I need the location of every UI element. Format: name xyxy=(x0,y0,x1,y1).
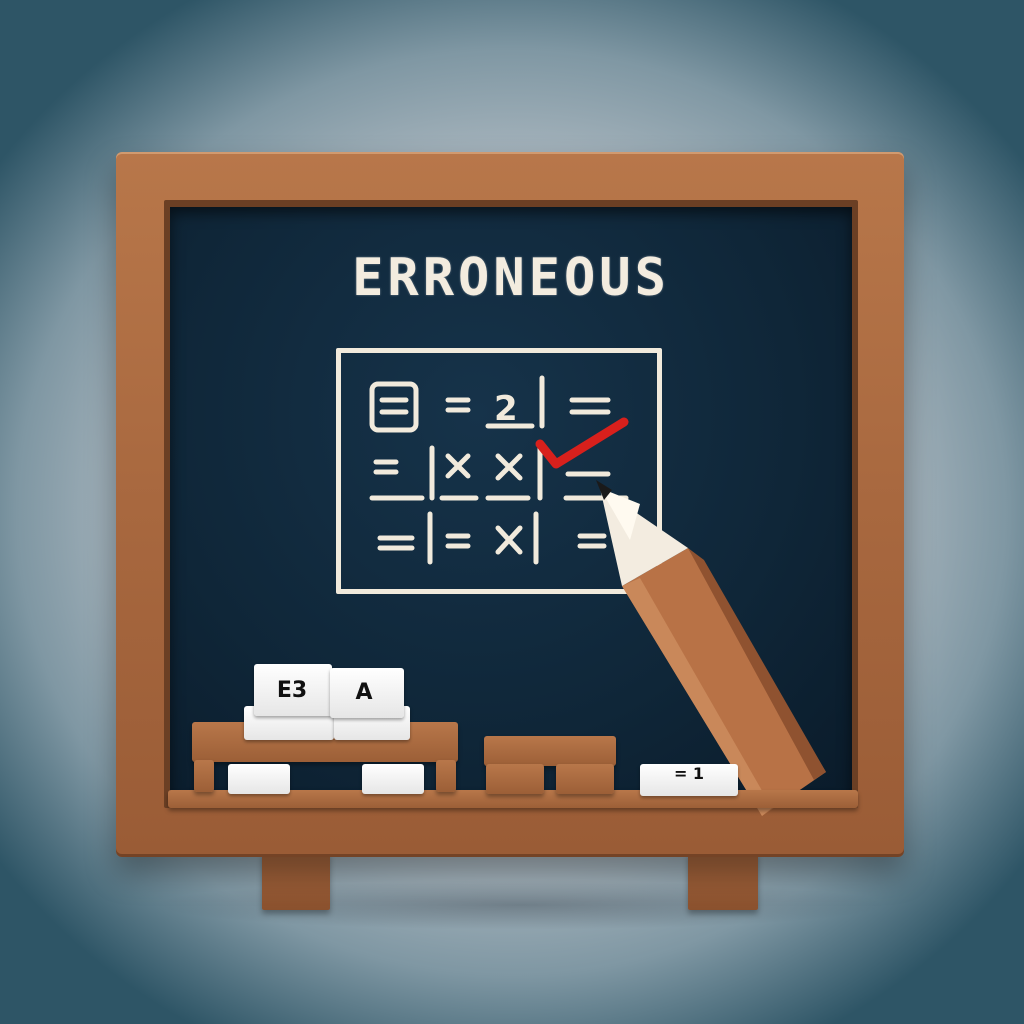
small-stand-leg-right xyxy=(556,764,614,794)
eraser-under-left xyxy=(228,764,290,794)
eraser-under-right xyxy=(362,764,424,794)
pencil-icon xyxy=(596,480,826,816)
chalkboard-scene: ERRONEOUS 2 E3 A = 1 xyxy=(0,0,1024,1024)
block-stand-leg-left xyxy=(194,760,214,792)
flat-tile-label: = 1 xyxy=(673,764,705,783)
letter-cube-left-label: E3 xyxy=(276,678,308,703)
block-stand-leg-right xyxy=(436,760,456,792)
small-stand-leg-left xyxy=(486,764,544,794)
letter-cube-right-label: A xyxy=(355,680,373,705)
small-stand-top xyxy=(484,736,616,766)
